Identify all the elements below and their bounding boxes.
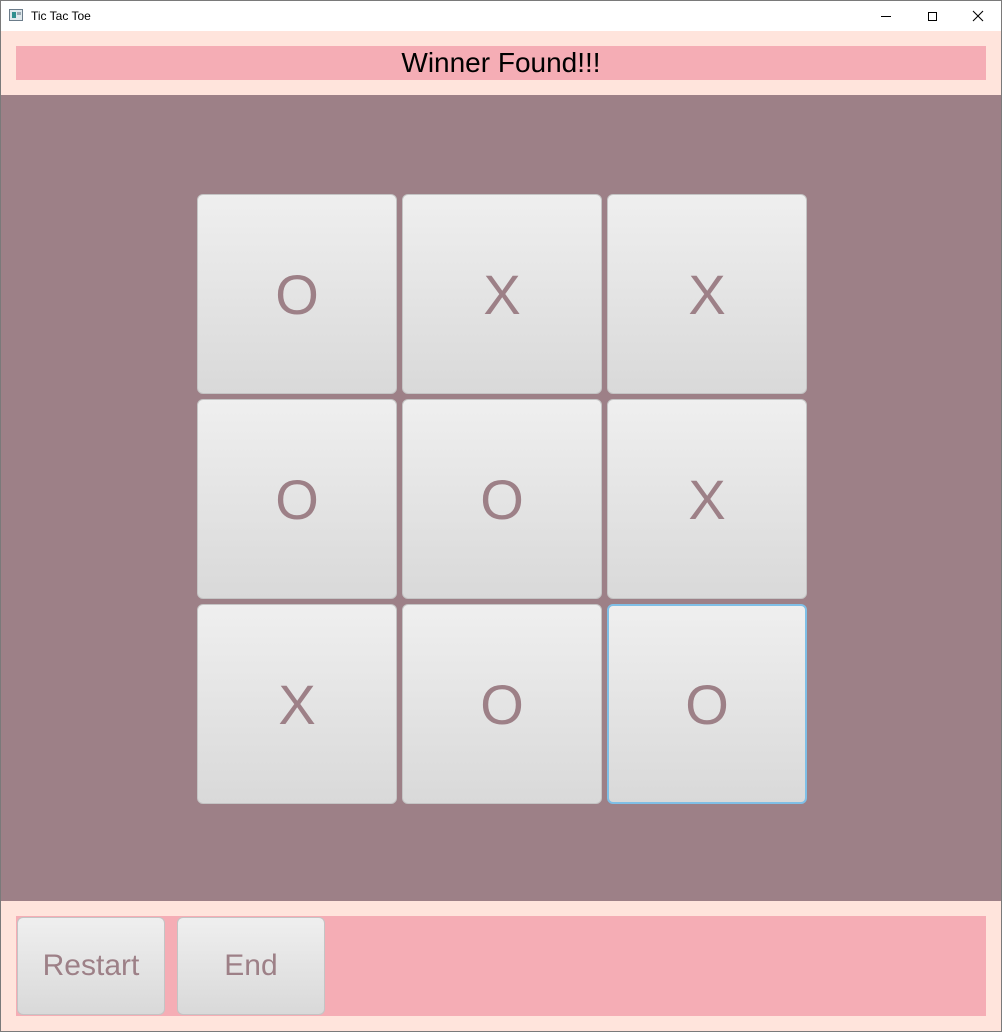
controls-area: Restart End xyxy=(1,901,1001,1031)
close-button[interactable] xyxy=(955,1,1001,31)
status-message: Winner Found!!! xyxy=(16,46,986,80)
minimize-button[interactable] xyxy=(863,1,909,31)
app-icon xyxy=(9,9,23,21)
board-cell-8[interactable]: O xyxy=(402,604,602,804)
status-area: Winner Found!!! xyxy=(1,31,1001,95)
board-cell-2[interactable]: X xyxy=(402,194,602,394)
board-cell-4[interactable]: O xyxy=(197,399,397,599)
board-cell-3[interactable]: X xyxy=(607,194,807,394)
end-button[interactable]: End xyxy=(177,917,325,1015)
control-bar: Restart End xyxy=(16,916,986,1016)
maximize-icon xyxy=(927,11,937,21)
close-icon xyxy=(972,10,984,22)
window-title: Tic Tac Toe xyxy=(31,9,91,23)
game-board: O X X O O X X O O xyxy=(1,95,1001,901)
board-cell-6[interactable]: X xyxy=(607,399,807,599)
title-bar[interactable]: Tic Tac Toe xyxy=(1,1,1001,31)
board-cell-1[interactable]: O xyxy=(197,194,397,394)
minimize-icon xyxy=(881,15,891,17)
board-cell-5[interactable]: O xyxy=(402,399,602,599)
maximize-button[interactable] xyxy=(909,1,955,31)
board-cell-9[interactable]: O xyxy=(607,604,807,804)
board-cell-7[interactable]: X xyxy=(197,604,397,804)
restart-button[interactable]: Restart xyxy=(17,917,165,1015)
app-window: Tic Tac Toe Winner Found!!! O X X O O X … xyxy=(0,0,1002,1032)
